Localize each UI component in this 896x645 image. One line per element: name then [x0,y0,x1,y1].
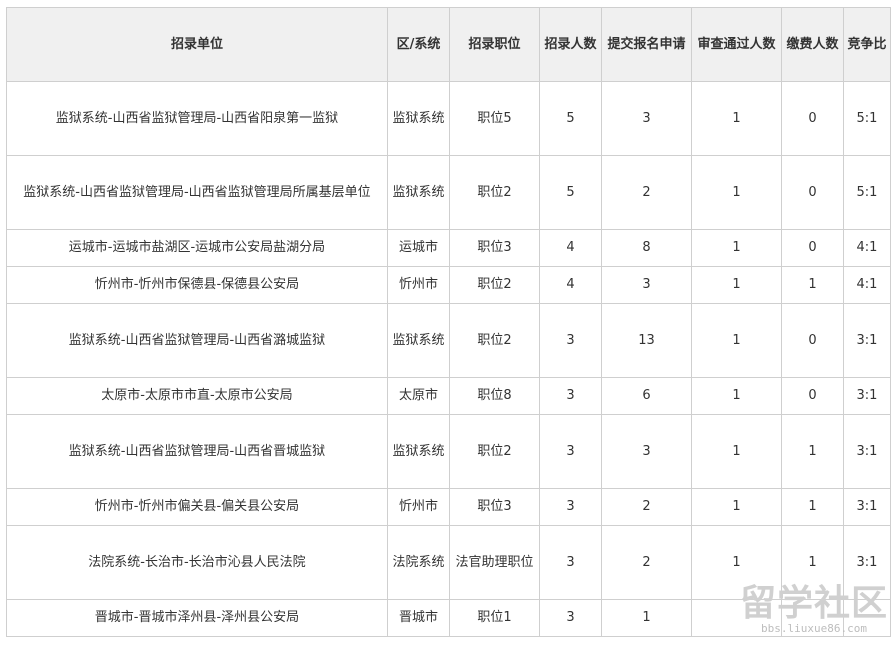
watermark-logo: 留学社区 [739,583,888,624]
cell-position: 职位3 [449,488,540,526]
cell-quota: 3 [539,377,602,415]
cell-paid: 1 [781,488,844,526]
table-row: 忻州市-忻州市偏关县-偏关县公安局 忻州市 职位3 3 2 1 1 3:1 [6,488,891,526]
cell-paid: 0 [781,229,844,267]
header-position: 招录职位 [449,7,540,82]
cell-unit: 太原市-太原市市直-太原市公安局 [6,377,388,415]
recruitment-table: 招录单位 区/系统 招录职位 招录人数 提交报名申请 审查通过人数 缴费人数 竞… [6,7,891,637]
cell-position: 职位5 [449,81,540,156]
cell-submitted: 13 [601,303,692,378]
cell-submitted: 3 [601,81,692,156]
cell-approved: 1 [691,414,782,489]
cell-quota: 5 [539,155,602,230]
cell-ratio: 5:1 [843,81,891,156]
cell-approved: 1 [691,488,782,526]
cell-unit: 运城市-运城市盐湖区-运城市公安局盐湖分局 [6,229,388,267]
cell-submitted: 1 [601,599,692,637]
cell-quota: 5 [539,81,602,156]
cell-region: 太原市 [387,377,450,415]
cell-unit: 监狱系统-山西省监狱管理局-山西省阳泉第一监狱 [6,81,388,156]
cell-paid: 1 [781,266,844,304]
cell-unit: 监狱系统-山西省监狱管理局-山西省潞城监狱 [6,303,388,378]
header-submitted: 提交报名申请 [601,7,692,82]
cell-approved: 1 [691,377,782,415]
cell-position: 职位2 [449,414,540,489]
cell-approved: 1 [691,266,782,304]
cell-region: 监狱系统 [387,303,450,378]
cell-region: 忻州市 [387,488,450,526]
cell-position: 职位2 [449,155,540,230]
cell-unit: 监狱系统-山西省监狱管理局-山西省监狱管理局所属基层单位 [6,155,388,230]
cell-position: 职位2 [449,266,540,304]
cell-ratio: 3:1 [843,414,891,489]
cell-paid: 0 [781,303,844,378]
cell-unit: 法院系统-长治市-长治市沁县人民法院 [6,525,388,600]
header-paid: 缴费人数 [781,7,844,82]
cell-ratio: 5:1 [843,155,891,230]
cell-position: 职位1 [449,599,540,637]
cell-paid: 0 [781,81,844,156]
cell-region: 监狱系统 [387,155,450,230]
cell-submitted: 2 [601,525,692,600]
cell-position: 职位3 [449,229,540,267]
cell-approved: 1 [691,81,782,156]
cell-unit: 忻州市-忻州市保德县-保德县公安局 [6,266,388,304]
watermark-url: bbs.liuxue86.com [761,622,867,635]
table-row: 监狱系统-山西省监狱管理局-山西省潞城监狱 监狱系统 职位2 3 13 1 0 … [6,303,891,378]
header-quota: 招录人数 [539,7,602,82]
cell-ratio: 3:1 [843,303,891,378]
table-row: 太原市-太原市市直-太原市公安局 太原市 职位8 3 6 1 0 3:1 [6,377,891,415]
cell-paid: 0 [781,155,844,230]
header-region: 区/系统 [387,7,450,82]
cell-paid: 1 [781,414,844,489]
cell-quota: 3 [539,414,602,489]
cell-unit: 晋城市-晋城市泽州县-泽州县公安局 [6,599,388,637]
cell-quota: 4 [539,266,602,304]
cell-approved: 1 [691,229,782,267]
cell-quota: 3 [539,599,602,637]
cell-submitted: 2 [601,488,692,526]
cell-paid: 0 [781,377,844,415]
cell-unit: 监狱系统-山西省监狱管理局-山西省晋城监狱 [6,414,388,489]
cell-quota: 3 [539,303,602,378]
cell-region: 法院系统 [387,525,450,600]
cell-ratio: 4:1 [843,266,891,304]
cell-quota: 3 [539,525,602,600]
cell-ratio: 3:1 [843,377,891,415]
table-row: 运城市-运城市盐湖区-运城市公安局盐湖分局 运城市 职位3 4 8 1 0 4:… [6,229,891,267]
cell-quota: 3 [539,488,602,526]
table-row: 忻州市-忻州市保德县-保德县公安局 忻州市 职位2 4 3 1 1 4:1 [6,266,891,304]
cell-position: 职位8 [449,377,540,415]
table-row: 监狱系统-山西省监狱管理局-山西省阳泉第一监狱 监狱系统 职位5 5 3 1 0… [6,81,891,156]
header-row: 招录单位 区/系统 招录职位 招录人数 提交报名申请 审查通过人数 缴费人数 竞… [6,7,891,82]
cell-position: 法官助理职位 [449,525,540,600]
header-ratio: 竞争比 [843,7,891,82]
cell-region: 监狱系统 [387,81,450,156]
cell-submitted: 2 [601,155,692,230]
cell-approved: 1 [691,155,782,230]
header-approved: 审查通过人数 [691,7,782,82]
cell-region: 忻州市 [387,266,450,304]
cell-ratio: 4:1 [843,229,891,267]
cell-submitted: 8 [601,229,692,267]
cell-submitted: 6 [601,377,692,415]
cell-quota: 4 [539,229,602,267]
cell-submitted: 3 [601,414,692,489]
cell-region: 监狱系统 [387,414,450,489]
watermark: 留学社区 bbs.liuxue86.com [740,585,888,635]
cell-position: 职位2 [449,303,540,378]
cell-region: 运城市 [387,229,450,267]
cell-submitted: 3 [601,266,692,304]
header-unit: 招录单位 [6,7,388,82]
cell-region: 晋城市 [387,599,450,637]
table-row: 监狱系统-山西省监狱管理局-山西省监狱管理局所属基层单位 监狱系统 职位2 5 … [6,155,891,230]
cell-ratio: 3:1 [843,488,891,526]
cell-approved: 1 [691,303,782,378]
table-row: 监狱系统-山西省监狱管理局-山西省晋城监狱 监狱系统 职位2 3 3 1 1 3… [6,414,891,489]
cell-unit: 忻州市-忻州市偏关县-偏关县公安局 [6,488,388,526]
